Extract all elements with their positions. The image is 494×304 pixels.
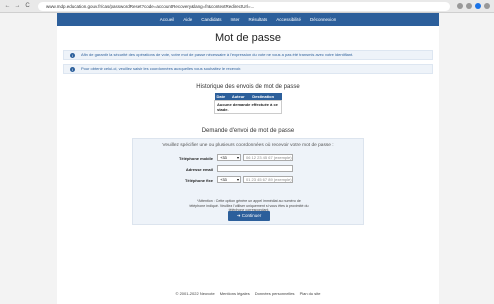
fixed-row: Téléphone fixe +33 ▾ 01 23 45 67 89 (exe… xyxy=(133,176,363,184)
info-icon: i xyxy=(70,66,75,72)
chevron-down-icon: ▾ xyxy=(236,177,239,182)
mobile-prefix-select[interactable]: +33 ▾ xyxy=(217,154,241,161)
reload-button[interactable]: C xyxy=(24,3,31,10)
footer-link[interactable]: Données personnelles xyxy=(255,291,295,296)
footer-link[interactable]: Mentions légales xyxy=(220,291,250,296)
info-text: Afin de garantir la sécurité des opérati… xyxy=(81,52,354,57)
fixed-label: Téléphone fixe xyxy=(184,178,213,183)
column-header: Date xyxy=(214,93,230,101)
nav-item-accessibilite[interactable]: Accessibilité xyxy=(276,17,301,22)
continue-button[interactable]: ➜ Continuer xyxy=(228,211,270,221)
email-label: Adresse email xyxy=(185,167,213,172)
fixed-prefix-value: +33 xyxy=(220,177,227,182)
copyright: © 2001-2022 Neovote xyxy=(175,291,215,296)
page-content: Accueil Aide Candidats Inter Résultats A… xyxy=(57,13,439,304)
nav-item-aide[interactable]: Aide xyxy=(183,17,192,22)
fixed-prefix-select[interactable]: +33 ▾ xyxy=(217,176,241,183)
footer-link[interactable]: Plan du site xyxy=(300,291,321,296)
column-header: Destination xyxy=(250,93,282,101)
nav-item-candidats[interactable]: Candidats xyxy=(201,17,221,22)
chevron-down-icon: ▾ xyxy=(236,155,239,160)
empty-row: Aucune demande effectuée à ce stade. xyxy=(214,100,282,114)
profile-icon[interactable] xyxy=(475,3,481,9)
extension-icon[interactable] xyxy=(457,3,463,9)
nav-item-resultats[interactable]: Résultats xyxy=(249,17,268,22)
form-title: Demande d'envoi de mot de passe xyxy=(201,128,295,134)
form-intro: Veuillez spécifier une ou plusieurs coor… xyxy=(162,143,334,148)
fixed-input[interactable]: 01 23 45 67 89 (exemple) xyxy=(243,176,293,183)
mobile-prefix-value: +33 xyxy=(220,155,227,160)
mobile-input[interactable]: 06 12 23 45 67 (exemple) xyxy=(243,154,293,161)
footer: © 2001-2022 Neovote Mentions légales Don… xyxy=(57,291,439,296)
info-text: Pour obtenir celui-ci, veuillez saisir l… xyxy=(81,66,242,71)
extension-icon[interactable] xyxy=(466,3,472,9)
address-bar[interactable]: www.mdp.education.gouv.fr/cas/passwordRe… xyxy=(38,1,450,11)
password-request-form: Veuillez spécifier une ou plusieurs coor… xyxy=(132,138,364,225)
top-navigation: Accueil Aide Candidats Inter Résultats A… xyxy=(57,13,439,26)
info-message: i Afin de garantir la sécurité des opéra… xyxy=(63,50,433,60)
info-message: i Pour obtenir celui-ci, veuillez saisir… xyxy=(63,64,433,74)
page-title: Mot de passe xyxy=(214,32,282,44)
back-button[interactable]: ← xyxy=(4,3,11,10)
continue-label: Continuer xyxy=(241,213,262,218)
browser-toolbar: ← → C www.mdp.education.gouv.fr/cas/pass… xyxy=(0,0,494,13)
nav-item-inter[interactable]: Inter xyxy=(230,17,239,22)
menu-icon[interactable] xyxy=(484,3,490,9)
info-icon: i xyxy=(70,52,75,58)
column-header: Auteur xyxy=(229,93,251,101)
nav-item-deconnexion[interactable]: Déconnexion xyxy=(310,17,336,22)
mobile-row: Téléphone mobile +33 ▾ 06 12 23 45 67 (e… xyxy=(133,154,363,162)
email-input[interactable] xyxy=(217,165,293,172)
mobile-label: Téléphone mobile xyxy=(178,156,213,161)
history-title: Historique des envois de mot de passe xyxy=(196,84,300,90)
nav-item-accueil[interactable]: Accueil xyxy=(160,17,175,22)
forward-button[interactable]: → xyxy=(14,3,21,10)
email-row: Adresse email xyxy=(133,165,363,173)
history-table: Date Auteur Destination Aucune demande e… xyxy=(214,93,282,114)
